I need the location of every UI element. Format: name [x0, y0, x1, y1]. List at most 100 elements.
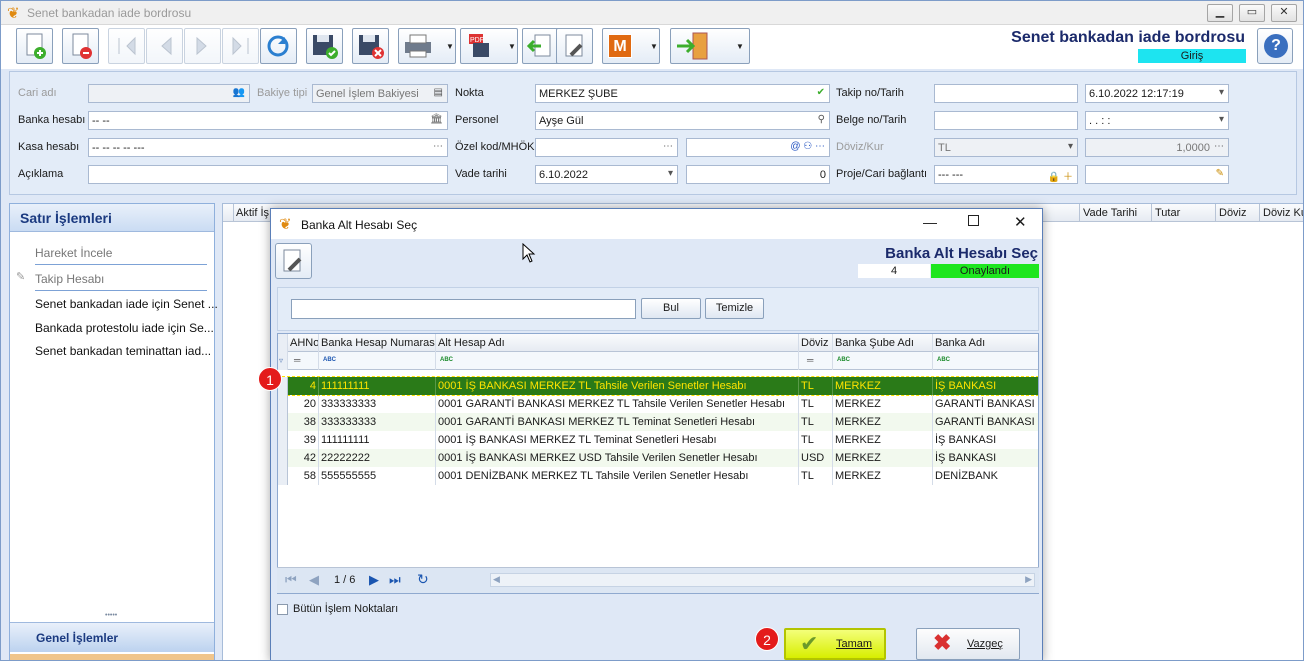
kur-value: 1,0000 [1176, 142, 1210, 154]
banka-hesabi-field[interactable]: -- -- 🏛 [88, 111, 448, 130]
close-window-button[interactable]: ✕ [1271, 4, 1297, 22]
splitter-grip[interactable]: ••••• [105, 612, 117, 619]
kur-field[interactable]: 1,0000 ⋯ [1085, 138, 1229, 157]
belge-date-field[interactable]: . . : : ▾ [1085, 111, 1229, 130]
table-row[interactable]: 4 111111111 0001 İŞ BANKASI MERKEZ TL Ta… [278, 376, 1038, 396]
filter-hesap-no[interactable]: ABC [319, 352, 436, 370]
cell-hesap-no: 333333333 [319, 395, 436, 413]
nokta-field[interactable]: MERKEZ ŞUBE ✔ [535, 84, 830, 103]
m-menu-button[interactable]: M ▼ [602, 28, 660, 64]
mhok-field[interactable]: @ ⚇ ⋯ [686, 138, 830, 157]
ozel-kod-field[interactable]: ⋯ [535, 138, 678, 157]
senet-iade-item[interactable]: Senet bankadan iade için Senet ... [35, 297, 218, 311]
minimize-button[interactable]: ▁ [1207, 4, 1233, 22]
import-icon [526, 34, 551, 57]
scroll-left-icon[interactable]: ◀ [493, 574, 500, 585]
filter-sube[interactable]: ABC [833, 352, 933, 370]
exit-button[interactable]: ▼ [670, 28, 750, 64]
table-row[interactable]: 20 333333333 0001 GARANTİ BANKASI MERKEZ… [278, 395, 1038, 413]
col-aktif[interactable]: Aktif İş [236, 207, 269, 219]
protestolu-iade-item[interactable]: Bankada protestolu iade için Se... [35, 321, 214, 335]
belge-no-field[interactable] [934, 111, 1078, 130]
print-button[interactable]: ▼ [398, 28, 456, 64]
col-banka-adi[interactable]: Banka Adı [933, 334, 1038, 352]
bakiye-tipi-value: Genel İşlem Bakiyesi [316, 88, 419, 100]
horizontal-scrollbar[interactable]: ◀ ▶ [490, 573, 1035, 587]
col-doviz-kur[interactable]: Döviz Ku [1263, 207, 1303, 219]
hareket-incele-item[interactable]: Hareket İncele [35, 246, 112, 260]
kasa-hesabi-field[interactable]: -- -- -- -- --- ⋯ [88, 138, 448, 157]
cari-adi-field[interactable]: 👥 [88, 84, 250, 103]
genel-islemler-header[interactable]: Genel İşlemler [10, 622, 214, 652]
col-ahno[interactable]: AHNo [288, 334, 319, 352]
doviz-label: Döviz/Kur [836, 141, 884, 153]
first-page-icon[interactable]: ⏮ [285, 572, 297, 588]
col-doviz[interactable]: Döviz [799, 334, 833, 352]
refresh-button[interactable] [260, 28, 297, 64]
next-page-icon[interactable]: ▶ [369, 572, 379, 588]
takip-no-field[interactable] [934, 84, 1078, 103]
filter-doviz[interactable]: ═ [799, 352, 833, 370]
first-record-button[interactable] [108, 28, 145, 64]
col-vade[interactable]: Vade Tarihi [1083, 207, 1137, 219]
help-button[interactable]: ? [1257, 28, 1293, 64]
bul-button[interactable]: Bul [641, 298, 701, 319]
next-icon [196, 36, 207, 56]
dialog-maximize-button[interactable] [968, 215, 979, 226]
col-sube-adi[interactable]: Banka Şube Adı [833, 334, 933, 352]
col-hesap-no[interactable]: Banka Hesap Numarası [319, 334, 436, 352]
cell-doviz: TL [799, 413, 833, 431]
kasa-value: -- -- -- -- --- [92, 142, 145, 154]
aciklama-field[interactable] [88, 165, 448, 184]
temizle-button[interactable]: Temizle [705, 298, 764, 319]
ok-button[interactable]: ✔ Tamam [784, 628, 886, 660]
search-input[interactable] [291, 299, 636, 319]
scroll-right-icon[interactable]: ▶ [1025, 574, 1032, 585]
filter-ahno[interactable]: ═ [288, 352, 319, 370]
satir-islemleri-panel: Satır İşlemleri Hareket İncele ✎ Takip H… [9, 203, 218, 660]
dialog-tools-button[interactable] [275, 243, 312, 279]
chevron-down-icon: ▾ [1218, 87, 1224, 98]
doviz-field[interactable]: TL ▾ [934, 138, 1078, 157]
import-button[interactable] [522, 28, 559, 64]
page-info: 1 / 6 [334, 574, 356, 586]
table-row[interactable]: 38 333333333 0001 GARANTİ BANKASI MERKEZ… [278, 413, 1038, 431]
tools-button[interactable] [556, 28, 593, 64]
reload-icon[interactable]: ↻ [417, 571, 429, 588]
takip-date-field[interactable]: 6.10.2022 12:17:19 ▾ [1085, 84, 1229, 103]
cancel-save-button[interactable] [352, 28, 389, 64]
cari-baglanti-field[interactable]: ✎ [1085, 165, 1229, 184]
all-points-checkbox[interactable] [277, 604, 288, 615]
last-page-icon[interactable]: ⏭ [389, 572, 401, 588]
maximize-button[interactable]: ▭ [1239, 4, 1265, 22]
proje-field[interactable]: --- --- 🔒 ＋ [934, 165, 1078, 184]
personel-label: Personel [455, 114, 499, 126]
export-pdf-button[interactable]: PDF ▼ [460, 28, 518, 64]
col-doviz[interactable]: Döviz [1219, 207, 1247, 219]
filter-alt-hesap[interactable]: ABC [436, 352, 799, 370]
next-record-button[interactable] [184, 28, 221, 64]
table-row[interactable]: 39 111111111 0001 İŞ BANKASI MERKEZ TL T… [278, 431, 1038, 449]
save-button[interactable] [306, 28, 343, 64]
prev-page-icon[interactable]: ◀ [309, 572, 319, 588]
dialog-close-button[interactable]: ✕ [1014, 213, 1027, 231]
cancel-button[interactable]: ✖ Vazgeç [916, 628, 1020, 660]
delete-document-button[interactable] [62, 28, 99, 64]
vade-date-field[interactable]: 6.10.2022 ▾ [535, 165, 678, 184]
vade-days-field[interactable]: 0 [686, 165, 830, 184]
exit-door-icon [677, 32, 708, 60]
cell-doviz: TL [799, 395, 833, 413]
personel-field[interactable]: Ayşe Gül ⚲ [535, 111, 830, 130]
col-tutar[interactable]: Tutar [1155, 207, 1180, 219]
teminattan-iade-item[interactable]: Senet bankadan teminattan iad... [35, 344, 211, 358]
bakiye-tipi-field[interactable]: Genel İşlem Bakiyesi ▤ [312, 84, 448, 103]
filter-banka[interactable]: ABC [933, 352, 1038, 370]
previous-record-button[interactable] [146, 28, 183, 64]
dialog-minimize-button[interactable]: — [923, 214, 937, 230]
table-row[interactable]: 42 22222222 0001 İŞ BANKASI MERKEZ USD T… [278, 449, 1038, 467]
table-row[interactable]: 58 555555555 0001 DENİZBANK MERKEZ TL Ta… [278, 467, 1038, 485]
col-alt-hesap-adi[interactable]: Alt Hesap Adı [436, 334, 799, 352]
new-document-button[interactable] [16, 28, 53, 64]
takip-hesabi-item[interactable]: Takip Hesabı [35, 272, 104, 286]
last-record-button[interactable] [222, 28, 259, 64]
